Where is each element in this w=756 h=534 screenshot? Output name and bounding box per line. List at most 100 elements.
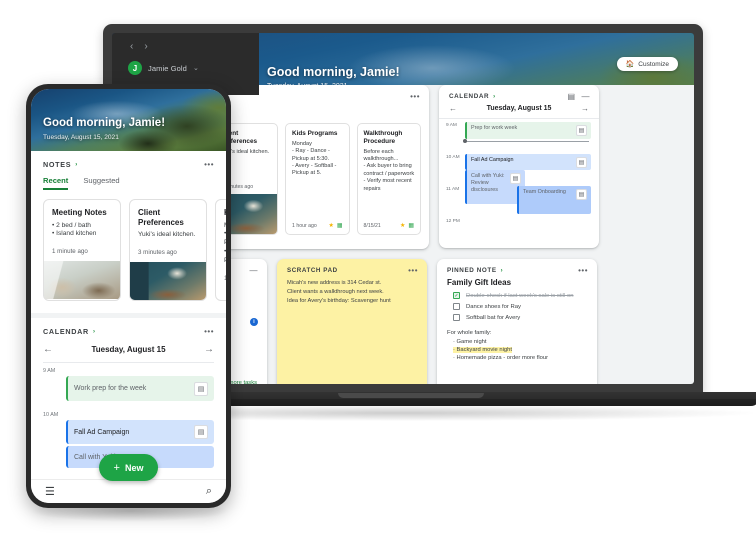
plus-icon: +	[113, 461, 120, 474]
note-timestamp: 1 hour ago	[292, 222, 317, 229]
laptop-notch	[337, 393, 484, 398]
pinned-overflow-button[interactable]: •••	[578, 266, 588, 274]
phone-calendar-overflow-button[interactable]: •••	[204, 327, 214, 335]
phone-bottom-nav: ☰ ⌕	[31, 479, 226, 503]
phone-note-card[interactable]: Meeting Notes • 2 bed / bath • Island ki…	[43, 199, 121, 302]
phone-note-thumbnail	[130, 262, 206, 301]
checkbox-icon[interactable]	[453, 303, 460, 310]
next-day-button[interactable]: →	[581, 104, 589, 113]
event-note-icon[interactable]: ▤	[510, 173, 521, 184]
note-line: - Avery - Softball - Pickup at 5.	[292, 162, 337, 177]
phone-greeting: Good morning, Jamie!	[43, 117, 166, 129]
phone-calendar-header: CALENDAR › •••	[31, 327, 226, 336]
phone-calendar-event[interactable]: Fall Ad Campaign ▤	[66, 420, 214, 445]
scratch-pad-panel[interactable]: SCRATCH PAD ••• Micah's new address is 3…	[277, 259, 427, 384]
back-icon[interactable]: ‹	[130, 42, 133, 52]
search-icon[interactable]: ⌕	[206, 485, 212, 498]
notes-overflow-button[interactable]: •••	[410, 92, 420, 100]
phone-notes-strip[interactable]: Meeting Notes • 2 bed / bath • Island ki…	[31, 190, 226, 311]
note-card-footer: 8/15/21 ★ ▦	[358, 222, 421, 234]
calendar-panel-header: CALENDAR › ▤ —	[439, 85, 599, 102]
checklist-item[interactable]: Dance shoes for Ray	[437, 303, 597, 314]
prev-day-button[interactable]: ←	[449, 104, 457, 113]
pinned-note-heading: Family Gift Ideas	[447, 278, 512, 287]
customize-button[interactable]: 🏠 Customize	[616, 57, 678, 71]
phone-calendar-title[interactable]: CALENDAR ›	[43, 327, 96, 336]
checklist-item[interactable]: ✓ Double-check if last week's sale is st…	[437, 292, 597, 303]
phone-event-note-icon[interactable]: ▤	[194, 425, 208, 440]
calendar-collapse-button[interactable]: —	[582, 92, 591, 100]
task-info-badge[interactable]: i	[250, 318, 258, 326]
scratch-line: Micah's new address is 314 Cedar st.	[287, 280, 382, 286]
checklist-item[interactable]: Softball bat for Avery	[437, 314, 597, 325]
phone-tab-recent[interactable]: Recent	[43, 176, 69, 190]
phone-note-title: Client Preferences	[138, 208, 184, 227]
phone-note-timestamp: 1 minute ago	[52, 248, 88, 256]
laptop-greeting: Good morning, Jamie!	[267, 65, 400, 79]
calendar-event[interactable]: Fall Ad Campaign ▤	[465, 154, 591, 170]
calendar-current-date: Tuesday, August 15	[486, 105, 552, 112]
calendar-event[interactable]: Team Onboarding ▤	[517, 186, 591, 214]
phone-next-day-button[interactable]: →	[204, 344, 214, 355]
phone-notes-overflow-button[interactable]: •••	[204, 160, 214, 168]
chevron-right-icon: ›	[500, 267, 504, 274]
tasks-collapse-button[interactable]: —	[250, 266, 259, 274]
account-switcher[interactable]: J Jamie Gold ⌄	[112, 52, 259, 75]
phone-calendar-event[interactable]: Work prep for the week ▤	[66, 376, 214, 402]
event-note-icon[interactable]: ▤	[576, 157, 587, 168]
calendar-header-icons: ▤ —	[567, 92, 591, 100]
note-line: - Ray - Dance - Pickup at 5:30.	[292, 148, 330, 162]
phone-tab-suggested[interactable]: Suggested	[83, 176, 119, 190]
calendar-event[interactable]: Prep for work week ▤	[465, 122, 591, 139]
phone-prev-day-button[interactable]: ←	[43, 344, 53, 355]
note-card-footer: 1 hour ago ★ ▦	[286, 222, 349, 234]
home-icon: 🏠	[625, 61, 635, 68]
phone-note-card[interactable]: Client Preferences Yuki's ideal kitchen.…	[129, 199, 207, 302]
checkbox-checked-icon[interactable]: ✓	[453, 292, 460, 299]
event-note-icon[interactable]: ▤	[576, 189, 587, 200]
scratch-overflow-button[interactable]: •••	[408, 266, 418, 274]
phone-calendar-title-text: CALENDAR	[43, 327, 89, 337]
event-title: Team Onboarding	[523, 189, 566, 195]
phone-note-title: Meeting Notes	[52, 208, 107, 217]
note-card-body: Walkthrough Procedure Before each walkth…	[358, 124, 421, 222]
phone-device: Good morning, Jamie! Tuesday, August 15,…	[26, 84, 231, 508]
calendar-grid: 9 AM 10 AM 11 AM 12 PM Prep for work wee…	[439, 118, 599, 240]
calendar-date-nav: ← Tuesday, August 15 →	[439, 102, 599, 118]
scratch-pad-title: SCRATCH PAD	[287, 267, 338, 274]
event-note-icon[interactable]: ▤	[576, 125, 587, 136]
menu-icon[interactable]: ☰	[45, 485, 55, 498]
scratch-pad-header: SCRATCH PAD •••	[277, 259, 427, 277]
star-icon: ★	[399, 223, 406, 229]
phone-note-body: Client Preferences Yuki's ideal kitchen.	[130, 200, 206, 244]
forward-icon[interactable]: ›	[144, 42, 147, 52]
tasks-icon: ▦	[408, 223, 414, 229]
note-card[interactable]: Kids Programs Monday - Ray - Dance - Pic…	[285, 123, 350, 235]
phone-event-note-icon[interactable]: ▤	[194, 381, 208, 396]
calendar-event[interactable]: Call with Yuki: Review disclosures ▤	[465, 170, 525, 204]
note-badges: ★ ▦	[328, 222, 342, 229]
phone-notes-title-text: NOTES	[43, 160, 72, 169]
checklist-label: Softball bat for Avery	[466, 314, 521, 321]
pinned-bullet-text: · Backyard movie night	[453, 347, 512, 353]
phone-note-card[interactable]: Kids' Programs Monday • Ray - Dance - Pi…	[215, 199, 226, 302]
new-fab-button[interactable]: + New	[98, 454, 159, 481]
event-title: Call with Yuki: Review disclosures	[471, 173, 505, 193]
phone-hour-label: 9 AM	[43, 368, 56, 375]
note-title: Kids Programs	[292, 130, 338, 137]
note-icon[interactable]: ▤	[567, 92, 575, 100]
customize-label: Customize	[638, 60, 669, 68]
phone-note-line: • Island kitchen	[52, 230, 97, 238]
scratch-pad-body[interactable]: Micah's new address is 314 Cedar st. Cli…	[277, 277, 427, 305]
hour-label: 11 AM	[446, 187, 460, 192]
phone-note-line: Monday	[224, 222, 226, 231]
checkbox-icon[interactable]	[453, 314, 460, 321]
note-line: Before each walkthrough...	[363, 148, 399, 162]
calendar-panel-title[interactable]: CALENDAR ›	[449, 93, 496, 100]
phone-note-thumbnail	[44, 261, 120, 300]
note-line: - Ask buyer to bring contract / paperwor…	[363, 163, 415, 177]
phone-notes-title[interactable]: NOTES ›	[43, 160, 78, 169]
note-card[interactable]: Walkthrough Procedure Before each walkth…	[356, 123, 421, 235]
note-card-body: Kids Programs Monday - Ray - Dance - Pic…	[286, 124, 349, 222]
pinned-note-title-label[interactable]: PINNED NOTE ›	[447, 267, 503, 274]
